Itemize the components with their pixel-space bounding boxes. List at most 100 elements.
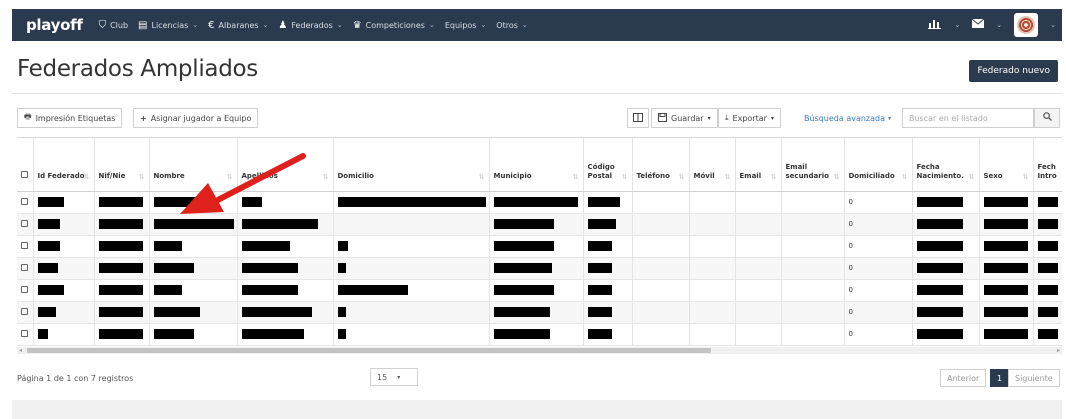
save-icon xyxy=(658,112,667,124)
cell-email xyxy=(735,213,782,236)
euro-icon: € xyxy=(208,19,215,31)
column-header-municipio[interactable]: Municipio ⇅ xyxy=(489,138,584,192)
nav-item-competiciones[interactable]: ♛ Competiciones ⌄ xyxy=(353,20,435,31)
cell-municipio xyxy=(489,213,584,236)
redaction-bar xyxy=(337,307,346,317)
row-checkbox[interactable] xyxy=(21,241,28,249)
cell-email2 xyxy=(781,279,845,302)
column-header-domiciliado[interactable]: Domiciliado ⇅ xyxy=(844,138,913,192)
row-checkbox[interactable] xyxy=(21,285,28,293)
redaction-bar xyxy=(493,285,554,295)
page-1-button[interactable]: 1 xyxy=(990,369,1010,387)
row-checkbox[interactable] xyxy=(21,263,28,271)
redaction-bar xyxy=(587,219,616,229)
new-federado-button[interactable]: Federado nuevo xyxy=(969,60,1058,82)
next-page-button[interactable]: Siguiente xyxy=(1008,369,1060,387)
chevron-down-icon[interactable]: ⌄ xyxy=(954,21,960,29)
column-header-apellidos[interactable]: Apellidos ⇅ xyxy=(237,138,334,192)
redaction-bar xyxy=(98,329,143,339)
scrollbar-thumb[interactable] xyxy=(27,348,711,353)
cell-nif xyxy=(94,257,150,280)
chevron-down-icon: ⌄ xyxy=(428,21,435,29)
envelope-icon[interactable] xyxy=(971,18,985,31)
search-input[interactable]: Buscar en el listado xyxy=(902,108,1034,128)
nav-item-licencias[interactable]: ▤ Licencias ⌄ xyxy=(138,20,198,31)
sort-icon: ⇅ xyxy=(226,172,233,181)
cell-email xyxy=(735,323,782,346)
column-header-fecha[interactable]: Fecha Nacimiento. ⇅ xyxy=(912,138,980,192)
table-row[interactable]: 0 xyxy=(17,257,1062,280)
nav-item-albaranes[interactable]: € Albaranes ⌄ xyxy=(208,20,268,31)
cell-nif xyxy=(94,301,150,324)
assign-player-button[interactable]: + Asignar jugador a Equipo xyxy=(133,108,259,128)
cell-nif xyxy=(94,191,150,214)
save-button[interactable]: Guardar ▾ xyxy=(651,108,718,128)
page-frame: playoff ⛉ Club ▤ Licencias ⌄ € Albaranes ⌄ ♟ Fede… xyxy=(0,0,1066,419)
table-row[interactable]: 0 xyxy=(17,279,1062,302)
cell-domiciliado: 0 xyxy=(844,257,913,280)
column-header-email[interactable]: Email ⇅ xyxy=(735,138,782,192)
column-header-telefono[interactable]: Teléfono ⇅ xyxy=(632,138,690,192)
search-button[interactable] xyxy=(1034,108,1060,128)
row-checkbox[interactable] xyxy=(21,307,28,315)
bar-chart-icon[interactable] xyxy=(928,18,942,32)
table-row[interactable]: 0 xyxy=(17,213,1062,236)
column-header-label: Código Postal xyxy=(587,162,615,180)
redaction-bar xyxy=(153,307,200,317)
page-size-select[interactable]: 15 ▾ xyxy=(370,368,418,386)
advanced-search-link[interactable]: Búsqueda avanzada ▾ xyxy=(804,108,891,128)
column-header-id[interactable]: Id Federado ⇅ xyxy=(33,138,95,192)
cell-sexo xyxy=(979,191,1034,214)
horizontal-scrollbar[interactable]: ◂ ▸ xyxy=(17,347,1062,354)
column-header-movil[interactable]: Móvil ⇅ xyxy=(689,138,736,192)
cell-fecha xyxy=(912,323,980,346)
row-checkbox[interactable] xyxy=(21,197,28,205)
column-header-cp[interactable]: Código Postal ⇅ xyxy=(583,138,633,192)
redaction-bar xyxy=(98,263,143,273)
cell-fecha_intro xyxy=(1033,323,1062,346)
user-avatar[interactable] xyxy=(1014,13,1039,37)
cell-nif xyxy=(94,323,150,346)
select-all-checkbox[interactable] xyxy=(21,170,28,178)
nav-item-federados[interactable]: ♟ Federados ⌄ xyxy=(278,20,342,31)
row-checkbox[interactable] xyxy=(21,329,28,337)
redaction-bar xyxy=(241,219,318,229)
brand-logo[interactable]: playoff xyxy=(26,16,83,34)
row-select-cell xyxy=(17,301,34,324)
cell-nombre xyxy=(149,191,238,214)
print-labels-button[interactable]: 🖶 Impresión Etiquetas xyxy=(17,108,123,128)
export-button[interactable]: ⤓ Exportar ▾ xyxy=(718,108,781,128)
table-row[interactable]: 0 xyxy=(17,323,1062,346)
column-header-fecha_intro[interactable]: Fech Intro⇅ xyxy=(1033,138,1062,192)
previous-page-button[interactable]: Anterior xyxy=(940,369,987,387)
table-row[interactable]: 0 xyxy=(17,301,1062,324)
cell-email xyxy=(735,257,782,280)
columns-icon xyxy=(633,112,643,124)
column-header-domicilio[interactable]: Domicilio ⇅ xyxy=(333,138,490,192)
scroll-right-icon[interactable]: ▸ xyxy=(1057,347,1060,354)
print-icon: 🖶 xyxy=(24,112,32,121)
cell-municipio xyxy=(489,257,584,280)
row-checkbox[interactable] xyxy=(21,219,28,227)
column-header-sexo[interactable]: Sexo ⇅ xyxy=(979,138,1034,192)
chevron-down-icon[interactable]: ⌄ xyxy=(1050,21,1056,29)
nav-item-otros[interactable]: Otros ⌄ xyxy=(496,21,527,30)
domiciliado-value: 0 xyxy=(848,330,853,338)
columns-button[interactable] xyxy=(627,108,649,128)
nav-item-club[interactable]: ⛉ Club xyxy=(99,20,128,31)
table-row[interactable]: 0 xyxy=(17,191,1062,214)
redaction-bar xyxy=(983,219,1028,229)
column-header-email2[interactable]: Email secundario ⇅ xyxy=(781,138,845,192)
row-select-cell xyxy=(17,235,34,258)
cell-nombre xyxy=(149,279,238,302)
redaction-bar xyxy=(916,241,963,251)
nav-item-equipos[interactable]: Equipos ⌄ xyxy=(445,21,486,30)
cell-apellidos xyxy=(237,323,334,346)
column-header-nif[interactable]: Nif/Nie ⇅ xyxy=(94,138,150,192)
column-header-nombre[interactable]: Nombre ⇅ xyxy=(149,138,238,192)
scroll-left-icon[interactable]: ◂ xyxy=(19,347,22,354)
chevron-down-icon[interactable]: ⌄ xyxy=(996,21,1002,29)
cell-cp xyxy=(583,279,633,302)
cell-nif xyxy=(94,279,150,302)
table-row[interactable]: 0 xyxy=(17,235,1062,258)
